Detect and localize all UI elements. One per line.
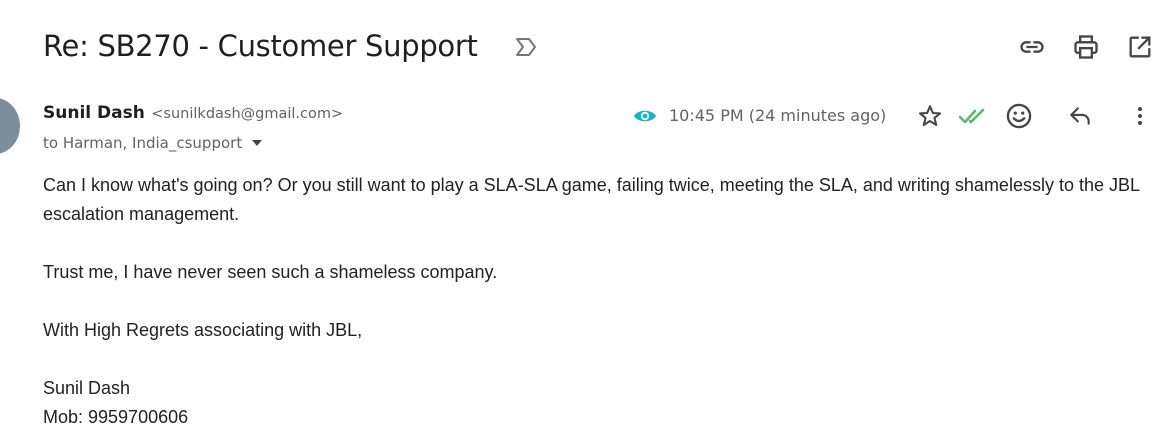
more-vert-icon[interactable] [1124,100,1156,132]
eye-icon[interactable] [633,106,657,126]
body-paragraph: With High Regrets associating with JBL, [43,320,363,340]
email-body: Can I know what's going on? Or you still… [43,171,1153,432]
label-icon[interactable] [513,36,541,58]
recipients-line: to Harman, India_csupport [43,132,263,154]
sender-email: <sunilkdash@gmail.com> [151,106,344,122]
sender-name[interactable]: Sunil Dash [43,103,145,123]
signature-phone: Mob: 9959700606 [43,407,189,427]
link-icon[interactable] [1017,32,1047,62]
body-paragraph: Trust me, I have never seen such a shame… [43,262,498,282]
avatar[interactable] [0,98,20,154]
emoji-icon[interactable] [1003,100,1035,132]
double-check-icon[interactable] [957,100,989,132]
email-subject: Re: SB270 - Customer Support [43,29,478,63]
open-in-new-window-icon[interactable] [1125,32,1155,62]
timestamp: 10:45 PM (24 minutes ago) [669,106,887,125]
recipients-text: to Harman, India_csupport [43,134,243,152]
sender-line: Sunil Dash <sunilkdash@gmail.com> [43,102,343,125]
chevron-down-icon[interactable] [252,140,263,146]
signature-name: Sunil Dash [43,378,131,398]
reply-icon[interactable] [1064,100,1096,132]
print-icon[interactable] [1071,32,1101,62]
body-paragraph: Can I know what's going on? Or you still… [43,175,1140,224]
star-icon[interactable] [914,100,946,132]
